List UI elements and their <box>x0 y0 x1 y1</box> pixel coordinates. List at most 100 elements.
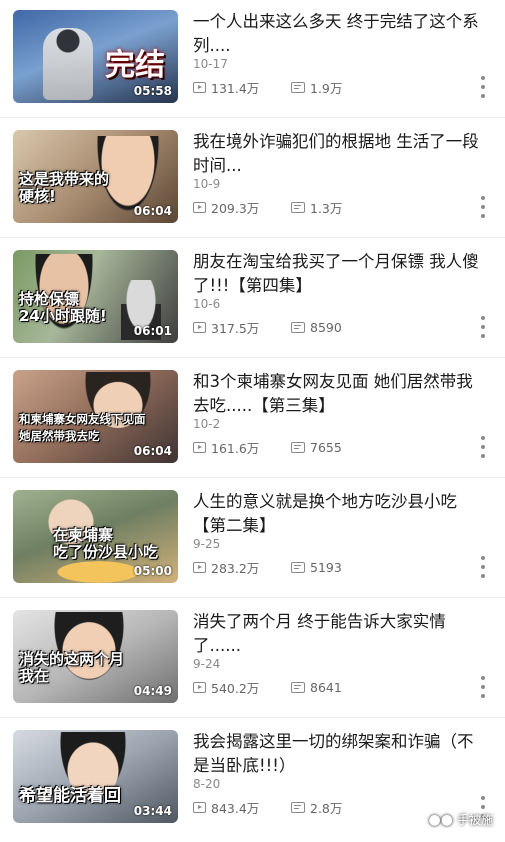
video-duration: 06:04 <box>133 444 172 458</box>
play-count-icon <box>193 441 206 453</box>
comment-icon <box>291 81 305 93</box>
view-count-label: 540.2万 <box>211 680 260 696</box>
video-item[interactable]: 和柬埔寨女网友线下见面 她居然带我去吃 06:04 和3个柬埔寨女网友见面 她们… <box>0 360 505 478</box>
video-title[interactable]: 朋友在淘宝给我买了一个月保镖 我人傻了!!!【第四集】 <box>193 250 483 298</box>
thumbnail-caption: 希望能活着回 <box>19 786 121 806</box>
comment-count: 2.8万 <box>291 798 342 816</box>
video-stats: 161.6万 7655 <box>193 438 453 456</box>
comment-count: 5193 <box>291 558 342 576</box>
video-thumbnail[interactable]: 希望能活着回 03:44 <box>13 730 178 823</box>
thumbnail-caption: 这是我带来的 硬核! <box>19 170 110 205</box>
video-item[interactable]: 这是我带来的 硬核! 06:04 我在境外诈骗犯们的根据地 生活了一段时间...… <box>0 120 505 238</box>
more-options-icon[interactable] <box>478 676 488 698</box>
video-stats: 317.5万 8590 <box>193 318 453 336</box>
view-count-label: 131.4万 <box>211 80 260 96</box>
video-item[interactable]: 消失的这两个月 我在 04:49 消失了两个月 终于能告诉大家实情了......… <box>0 600 505 718</box>
video-date: 10-6 <box>193 297 221 311</box>
video-stats: 540.2万 8641 <box>193 678 453 696</box>
thumbnail-caption: 和柬埔寨女网友线下见面 她居然带我去吃 <box>19 412 146 443</box>
thumbnail-caption: 持枪保镖 24小时跟随! <box>19 290 107 325</box>
comment-icon <box>291 561 305 573</box>
comment-icon <box>291 321 305 333</box>
comment-count: 1.9万 <box>291 78 342 96</box>
view-count: 209.3万 <box>193 198 259 216</box>
view-count: 843.4万 <box>193 798 259 816</box>
view-count-label: 209.3万 <box>211 200 260 216</box>
play-count-icon <box>193 321 206 333</box>
video-duration: 06:04 <box>133 204 172 218</box>
comment-count-label: 8641 <box>310 679 342 695</box>
video-thumbnail[interactable]: 在柬埔寨 吃了份沙县小吃 05:00 <box>13 490 178 583</box>
video-item[interactable]: 在柬埔寨 吃了份沙县小吃 05:00 人生的意义就是换个地方吃沙县小吃【第二集】… <box>0 480 505 598</box>
more-options-icon[interactable] <box>478 556 488 578</box>
video-thumbnail[interactable]: 和柬埔寨女网友线下见面 她居然带我去吃 06:04 <box>13 370 178 463</box>
video-stats: 283.2万 5193 <box>193 558 453 576</box>
video-date: 9-25 <box>193 537 221 551</box>
video-thumbnail[interactable]: 这是我带来的 硬核! 06:04 <box>13 130 178 223</box>
view-count: 161.6万 <box>193 438 259 456</box>
video-duration: 05:58 <box>133 84 172 98</box>
video-date: 8-20 <box>193 777 221 791</box>
video-title[interactable]: 我在境外诈骗犯们的根据地 生活了一段时间... <box>193 130 483 178</box>
comment-icon <box>291 441 305 453</box>
watermark: ●● 手被施 <box>429 811 493 828</box>
comment-count: 8641 <box>291 678 342 696</box>
view-count: 540.2万 <box>193 678 259 696</box>
comment-icon <box>291 681 305 693</box>
comment-count: 8590 <box>291 318 342 336</box>
more-options-icon[interactable] <box>478 76 488 98</box>
play-count-icon <box>193 801 206 813</box>
thumbnail-caption: 完结 <box>105 48 165 83</box>
comment-count-label: 7655 <box>310 439 342 455</box>
play-count-icon <box>193 81 206 93</box>
wechat-icon: ●● <box>428 811 453 828</box>
comment-count-label: 2.8万 <box>310 800 343 816</box>
comment-count-label: 1.9万 <box>310 80 343 96</box>
thumbnail-figure <box>43 28 93 100</box>
video-item[interactable]: 持枪保镖 24小时跟随! 06:01 朋友在淘宝给我买了一个月保镖 我人傻了!!… <box>0 240 505 358</box>
play-count-icon <box>193 681 206 693</box>
video-date: 10-17 <box>193 57 228 71</box>
video-stats: 843.4万 2.8万 <box>193 798 453 816</box>
more-options-icon[interactable] <box>478 316 488 338</box>
view-count-label: 317.5万 <box>211 320 260 336</box>
play-count-icon <box>193 561 206 573</box>
thumbnail-caption: 在柬埔寨 吃了份沙县小吃 <box>53 526 159 561</box>
comment-icon <box>291 201 305 213</box>
thumbnail-caption: 消失的这两个月 我在 <box>19 650 125 685</box>
video-date: 9-24 <box>193 657 221 671</box>
play-count-icon <box>193 201 206 213</box>
view-count-label: 161.6万 <box>211 440 260 456</box>
video-stats: 131.4万 1.9万 <box>193 78 453 96</box>
video-title[interactable]: 我会揭露这里一切的绑架案和诈骗（不是当卧底!!!） <box>193 730 483 778</box>
thumbnail-food <box>53 560 143 583</box>
video-date: 10-9 <box>193 177 221 191</box>
view-count-label: 843.4万 <box>211 800 260 816</box>
comment-count-label: 1.3万 <box>310 200 343 216</box>
video-duration: 03:44 <box>133 804 172 818</box>
view-count: 317.5万 <box>193 318 259 336</box>
video-title[interactable]: 人生的意义就是换个地方吃沙县小吃【第二集】 <box>193 490 483 538</box>
comment-count: 7655 <box>291 438 342 456</box>
video-title[interactable]: 一个人出来这么多天 终于完结了这个系列.... <box>193 10 483 58</box>
video-thumbnail[interactable]: 完结 05:58 <box>13 10 178 103</box>
video-duration: 05:00 <box>133 564 172 578</box>
comment-count: 1.3万 <box>291 198 342 216</box>
video-thumbnail[interactable]: 消失的这两个月 我在 04:49 <box>13 610 178 703</box>
video-date: 10-2 <box>193 417 221 431</box>
watermark-label: 手被施 <box>456 813 493 827</box>
video-title[interactable]: 和3个柬埔寨女网友见面 她们居然带我去吃.....【第三集】 <box>193 370 483 418</box>
video-item[interactable]: 完结 05:58 一个人出来这么多天 终于完结了这个系列.... 10-17 1… <box>0 0 505 118</box>
more-options-icon[interactable] <box>478 196 488 218</box>
more-options-icon[interactable] <box>478 436 488 458</box>
video-thumbnail[interactable]: 持枪保镖 24小时跟随! 06:01 <box>13 250 178 343</box>
video-list: 完结 05:58 一个人出来这么多天 终于完结了这个系列.... 10-17 1… <box>0 0 505 842</box>
comment-icon <box>291 801 305 813</box>
view-count: 283.2万 <box>193 558 259 576</box>
video-duration: 04:49 <box>133 684 172 698</box>
view-count-label: 283.2万 <box>211 560 260 576</box>
comment-count-label: 5193 <box>310 559 342 575</box>
video-title[interactable]: 消失了两个月 终于能告诉大家实情了...... <box>193 610 483 658</box>
comment-count-label: 8590 <box>310 319 342 335</box>
view-count: 131.4万 <box>193 78 259 96</box>
